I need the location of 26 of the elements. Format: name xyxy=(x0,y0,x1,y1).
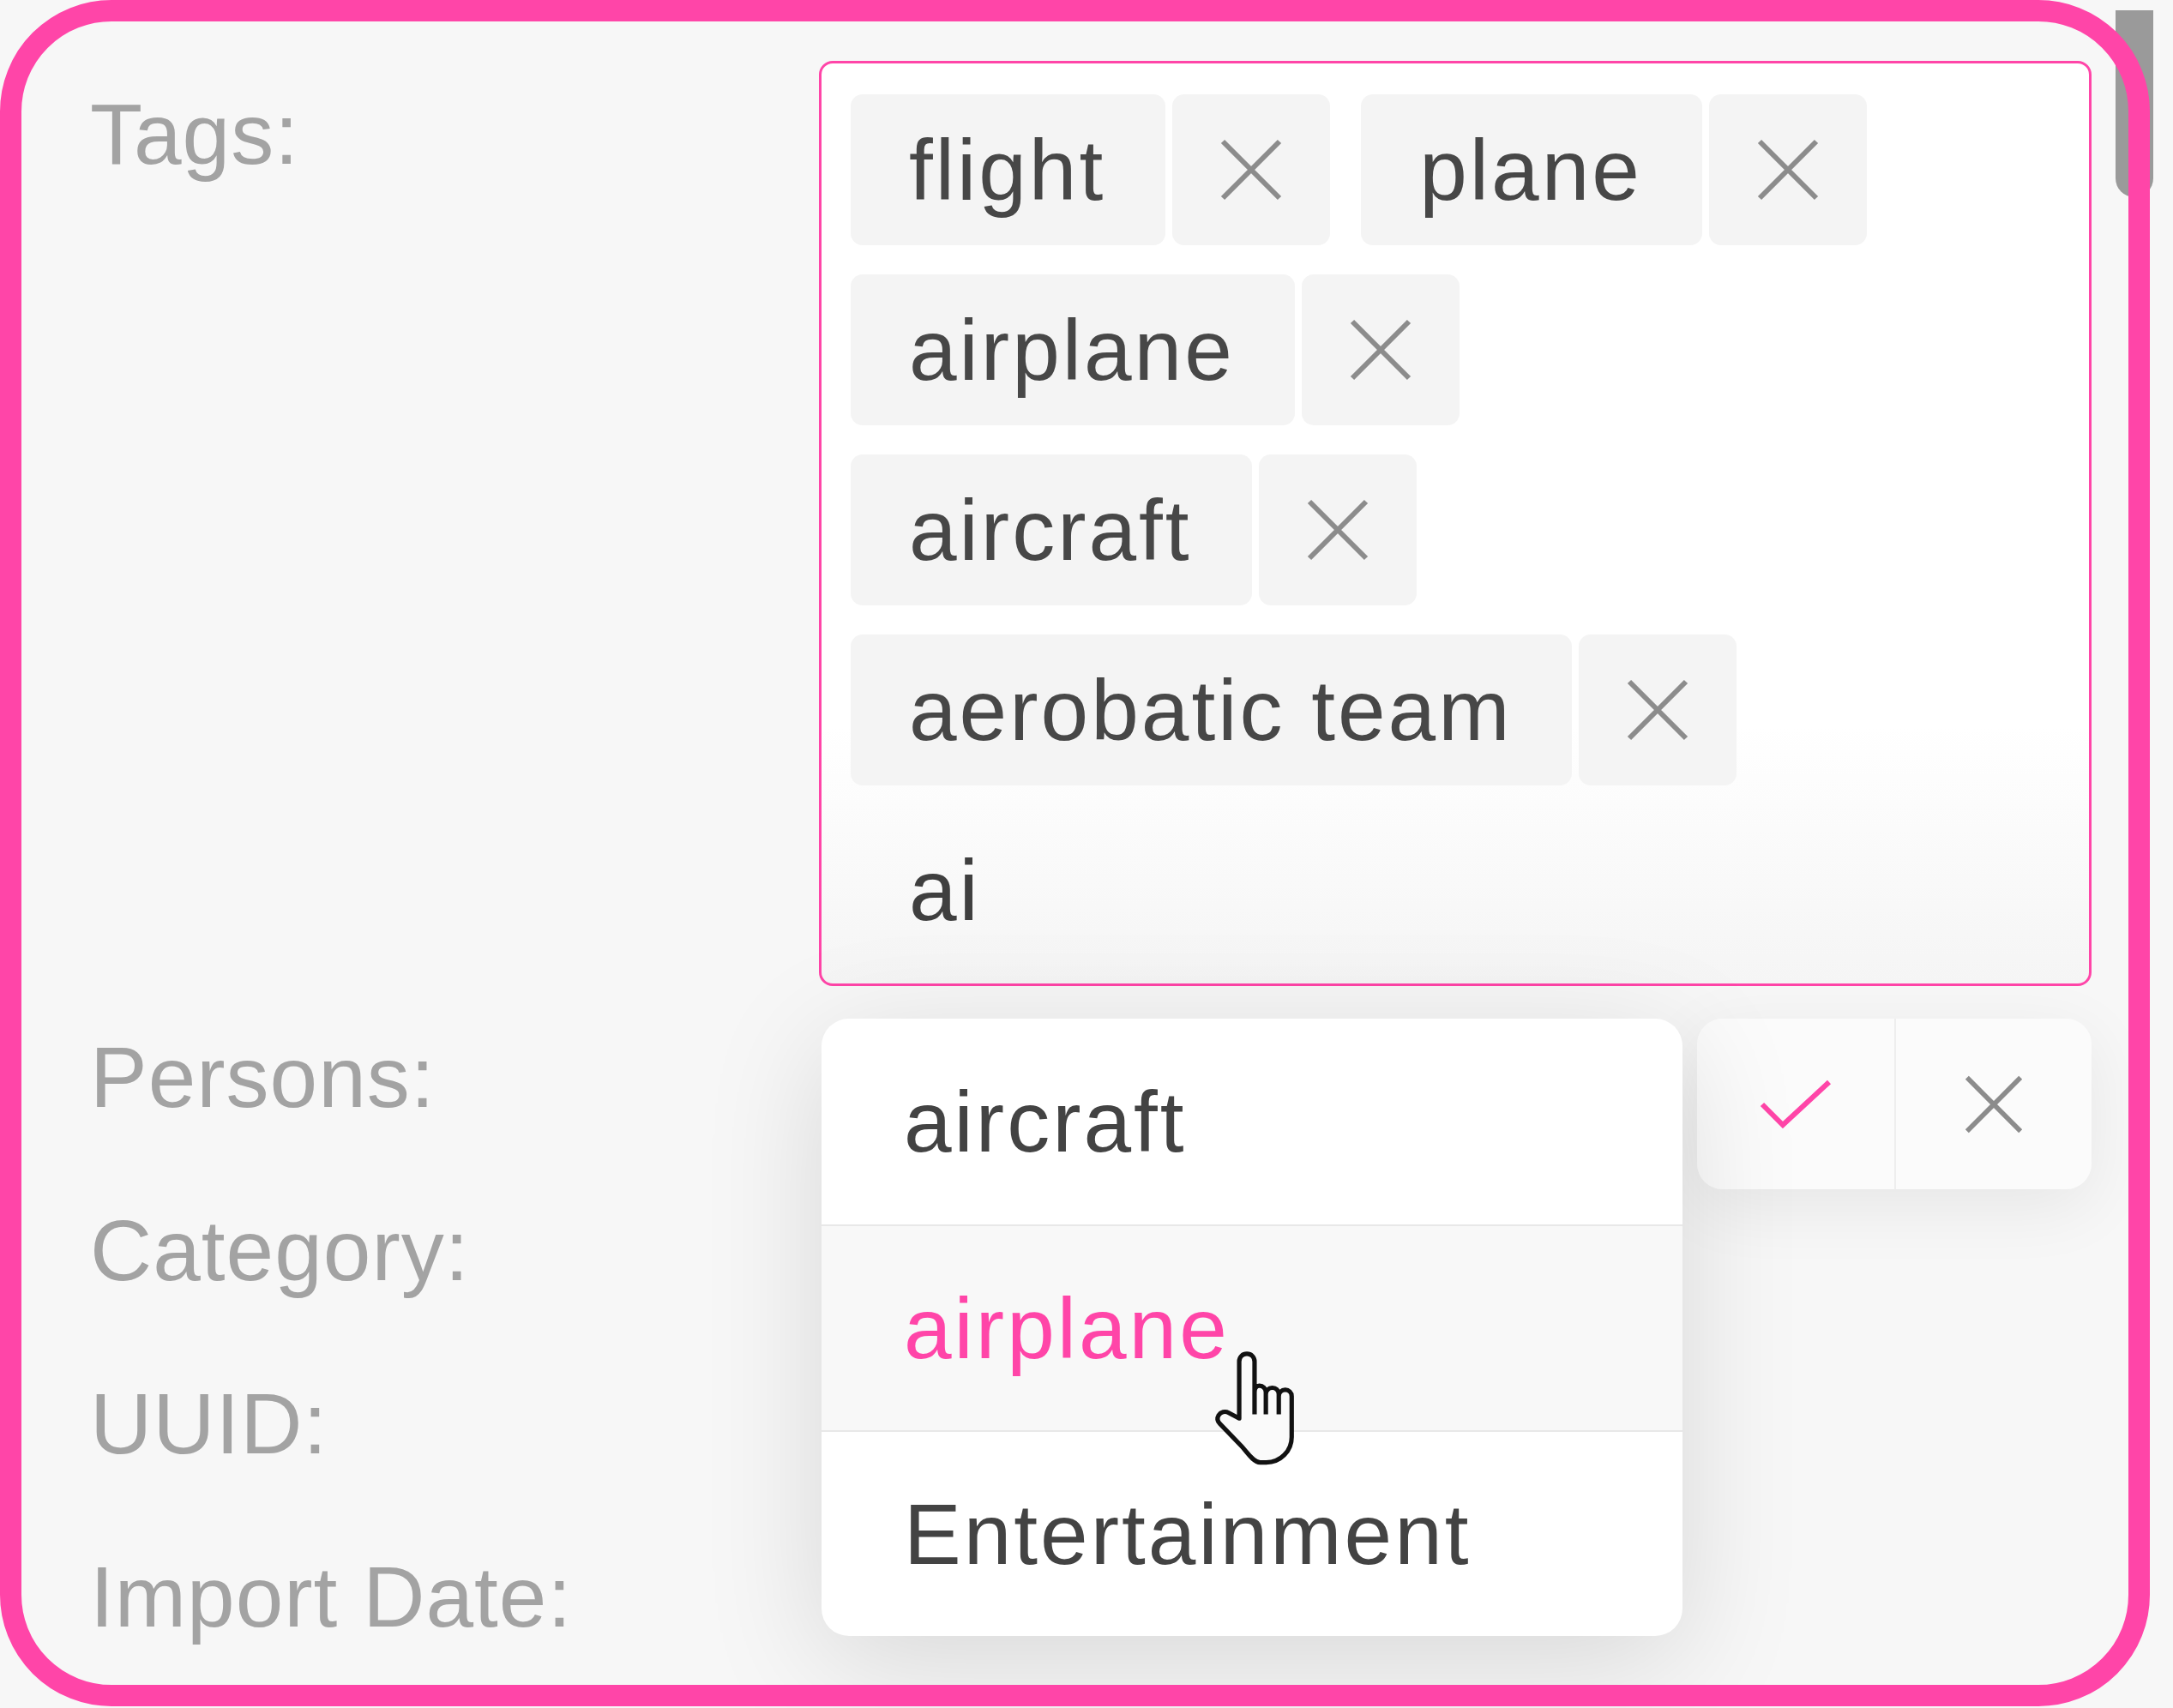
close-icon xyxy=(1306,499,1369,561)
field-label: UUID: xyxy=(90,1374,328,1473)
remove-tag-button[interactable] xyxy=(1579,634,1737,785)
close-icon xyxy=(1349,319,1412,381)
tag-chip: plane xyxy=(1361,94,1702,245)
tag-chip: aerobatic team xyxy=(851,634,1573,785)
remove-tag-button[interactable] xyxy=(1172,94,1331,245)
tag-text-input[interactable]: ai xyxy=(851,815,2013,965)
check-icon xyxy=(1760,1080,1832,1128)
tag-input-box[interactable]: flight plane airplane aircraft aerobatic team ai xyxy=(819,61,2092,986)
field-label: Category: xyxy=(90,1201,470,1300)
tag-chip: airplane xyxy=(851,274,1295,425)
field-label: Persons: xyxy=(90,1028,436,1127)
close-icon xyxy=(1756,139,1819,201)
tag-chip: flight xyxy=(851,94,1166,245)
suggestion-item[interactable]: aircraft xyxy=(822,1019,1682,1224)
field-label: Import Date: xyxy=(90,1548,573,1646)
close-icon xyxy=(1627,679,1689,741)
close-icon xyxy=(1965,1074,2023,1134)
close-icon xyxy=(1220,139,1283,201)
remove-tag-button[interactable] xyxy=(1301,274,1460,425)
cancel-button[interactable] xyxy=(1894,1019,2092,1189)
remove-tag-button[interactable] xyxy=(1258,454,1417,605)
tag-chip: aircraft xyxy=(851,454,1252,605)
remove-tag-button[interactable] xyxy=(1708,94,1867,245)
field-label: Tags: xyxy=(90,85,299,183)
